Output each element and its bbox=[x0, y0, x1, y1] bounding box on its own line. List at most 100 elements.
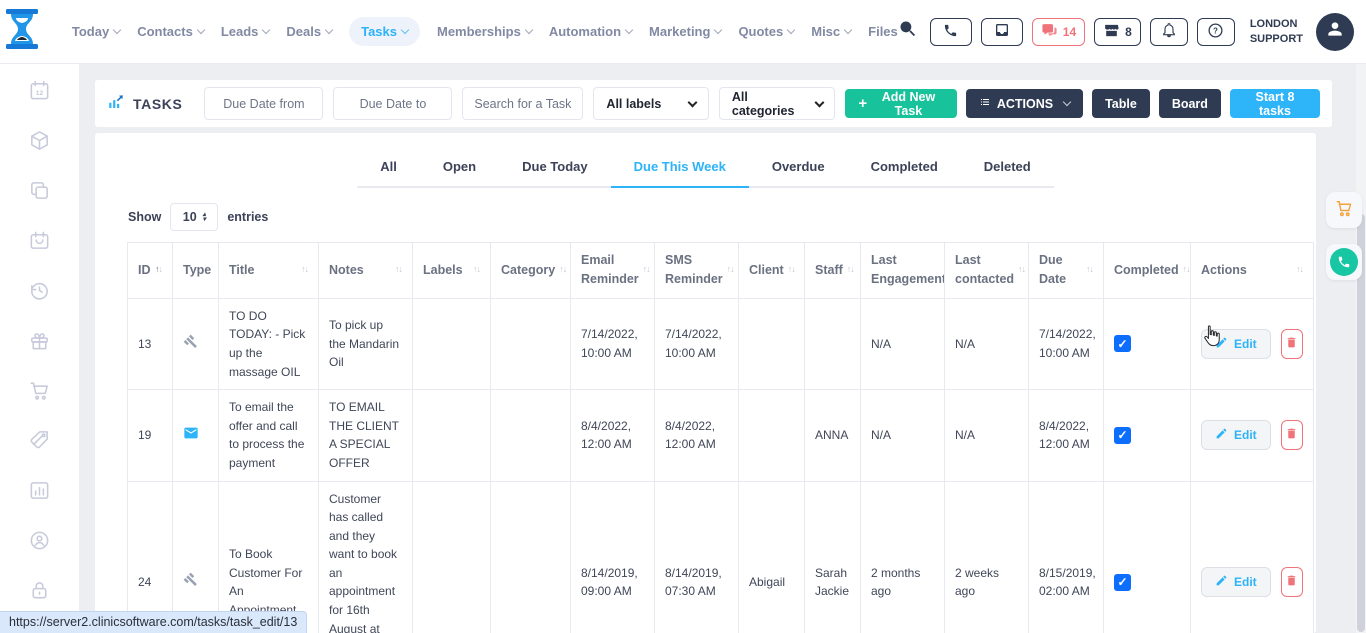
chat-button[interactable]: 14 bbox=[1032, 18, 1085, 46]
cell-last-contacted: N/A bbox=[945, 390, 1029, 481]
sort-icon: ↑↓ bbox=[1296, 263, 1303, 277]
sort-icon: ↑↓ bbox=[1086, 263, 1093, 277]
nav-contacts[interactable]: Contacts bbox=[137, 24, 204, 39]
start-tasks-button[interactable]: Start 8 tasks bbox=[1230, 89, 1320, 118]
phone-button[interactable] bbox=[930, 18, 972, 46]
cell-client bbox=[739, 298, 805, 389]
lock-icon[interactable] bbox=[28, 579, 51, 602]
col-last-contacted[interactable]: Last contacted↑↓ bbox=[945, 243, 1029, 299]
col-staff[interactable]: Staff↑↓ bbox=[805, 243, 861, 299]
col-title[interactable]: Title↑↓ bbox=[219, 243, 319, 299]
cell-labels bbox=[413, 481, 491, 633]
col-sms-reminder[interactable]: SMS Reminder↑↓ bbox=[655, 243, 739, 299]
chevron-down-icon bbox=[113, 26, 121, 34]
package-icon[interactable] bbox=[28, 129, 51, 152]
calendar-alt-icon[interactable] bbox=[28, 229, 51, 252]
tag-icon[interactable] bbox=[28, 429, 51, 452]
delete-button[interactable] bbox=[1281, 329, 1303, 359]
tab-completed[interactable]: Completed bbox=[848, 149, 961, 188]
board-view-button[interactable]: Board bbox=[1159, 89, 1221, 118]
nav-leads[interactable]: Leads bbox=[221, 24, 270, 39]
entries-label: entries bbox=[227, 210, 268, 224]
tasks-page: TASKS All labels All categories + Add Ne… bbox=[80, 64, 1366, 633]
floating-phone-button[interactable] bbox=[1326, 244, 1362, 280]
edit-button[interactable]: Edit bbox=[1201, 420, 1271, 450]
inbox-button[interactable] bbox=[981, 18, 1023, 46]
tasks-chart-icon bbox=[107, 93, 125, 114]
delete-button[interactable] bbox=[1281, 567, 1303, 597]
tab-due-this-week[interactable]: Due This Week bbox=[611, 149, 749, 188]
entries-length-select[interactable]: 10 ▴▾ bbox=[170, 203, 218, 231]
filter-buttons: + Add New Task ACTIONS Table Board Start… bbox=[845, 89, 1320, 118]
notifications-button[interactable] bbox=[1150, 18, 1188, 46]
actions-button[interactable]: ACTIONS bbox=[966, 89, 1083, 118]
user-avatar[interactable] bbox=[1316, 13, 1354, 51]
due-date-from-input[interactable] bbox=[204, 87, 323, 120]
chevron-down-icon bbox=[197, 26, 205, 34]
sort-icon: ↑↓ bbox=[395, 263, 402, 277]
add-new-task-button[interactable]: + Add New Task bbox=[845, 89, 957, 118]
app-screen: Today Contacts Leads Deals Tasks Members… bbox=[0, 0, 1366, 633]
nav-tasks[interactable]: Tasks bbox=[349, 17, 420, 46]
tab-open[interactable]: Open bbox=[420, 149, 499, 188]
copy-icon[interactable] bbox=[28, 179, 51, 202]
nav-memberships[interactable]: Memberships bbox=[437, 24, 532, 39]
history-icon[interactable] bbox=[28, 279, 51, 302]
col-actions[interactable]: Actions↑↓ bbox=[1191, 243, 1314, 299]
calendar-icon[interactable]: 12 bbox=[28, 79, 51, 102]
cell-last-engagement: N/A bbox=[861, 298, 945, 389]
edit-button[interactable]: Edit bbox=[1201, 567, 1271, 597]
bell-icon bbox=[1161, 22, 1177, 41]
edit-button[interactable]: Edit bbox=[1201, 329, 1271, 359]
tab-due-today[interactable]: Due Today bbox=[499, 149, 611, 188]
nav-quotes[interactable]: Quotes bbox=[738, 24, 794, 39]
nav-files[interactable]: Files bbox=[868, 24, 898, 39]
user-badge-icon[interactable] bbox=[28, 529, 51, 552]
store-button[interactable]: 8 bbox=[1094, 18, 1141, 46]
cart-icon[interactable] bbox=[28, 379, 51, 402]
app-logo[interactable] bbox=[0, 7, 44, 56]
col-notes[interactable]: Notes↑↓ bbox=[319, 243, 413, 299]
vertical-scrollbar[interactable] bbox=[1356, 64, 1366, 633]
cell-actions: Edit bbox=[1191, 481, 1314, 633]
nav-deals[interactable]: Deals bbox=[286, 24, 332, 39]
nav-today[interactable]: Today bbox=[72, 24, 120, 39]
categories-select[interactable]: All categories bbox=[719, 87, 835, 120]
gift-icon[interactable] bbox=[28, 329, 51, 352]
tab-overdue[interactable]: Overdue bbox=[749, 149, 848, 188]
cell-email-reminder: 7/14/2022, 10:00 AM bbox=[571, 298, 655, 389]
nav-automation[interactable]: Automation bbox=[549, 24, 632, 39]
sort-icon: ↑↓ bbox=[1018, 263, 1025, 277]
table-view-button[interactable]: Table bbox=[1092, 89, 1150, 118]
col-email-reminder[interactable]: Email Reminder↑↓ bbox=[571, 243, 655, 299]
completed-checkbox[interactable]: ✓ bbox=[1114, 335, 1131, 352]
delete-button[interactable] bbox=[1281, 420, 1303, 450]
cell-completed: ✓ bbox=[1104, 298, 1191, 389]
col-last-engagement: Last Engagement bbox=[861, 243, 945, 299]
task-search-input[interactable] bbox=[462, 87, 583, 120]
floating-cart-button[interactable] bbox=[1326, 192, 1362, 228]
chart-icon[interactable] bbox=[28, 479, 51, 502]
chevron-down-icon bbox=[814, 97, 824, 107]
col-client[interactable]: Client↑↓ bbox=[739, 243, 805, 299]
tab-all[interactable]: All bbox=[357, 149, 420, 188]
cell-last-engagement: N/A bbox=[861, 390, 945, 481]
tab-deleted[interactable]: Deleted bbox=[961, 149, 1054, 188]
col-labels[interactable]: Labels↑↓ bbox=[413, 243, 491, 299]
cell-email-reminder: 8/14/2019, 09:00 AM bbox=[571, 481, 655, 633]
nav-misc[interactable]: Misc bbox=[811, 24, 851, 39]
col-id[interactable]: ID↑↓ bbox=[128, 243, 173, 299]
labels-select[interactable]: All labels bbox=[593, 87, 708, 120]
due-date-to-input[interactable] bbox=[333, 87, 452, 120]
completed-checkbox[interactable]: ✓ bbox=[1114, 427, 1131, 444]
nav-marketing[interactable]: Marketing bbox=[649, 24, 721, 39]
help-button[interactable]: ? bbox=[1197, 18, 1235, 46]
col-completed[interactable]: Completed↑↓ bbox=[1104, 243, 1191, 299]
status-bar-url: https://server2.clinicsoftware.com/tasks… bbox=[0, 611, 307, 633]
spinner-icon: ▴▾ bbox=[203, 212, 206, 222]
col-due-date[interactable]: Due Date↑↓ bbox=[1029, 243, 1104, 299]
chevron-down-icon bbox=[401, 26, 409, 34]
search-icon[interactable] bbox=[898, 19, 918, 44]
completed-checkbox[interactable]: ✓ bbox=[1114, 574, 1131, 591]
col-category[interactable]: Category↑↓ bbox=[491, 243, 571, 299]
